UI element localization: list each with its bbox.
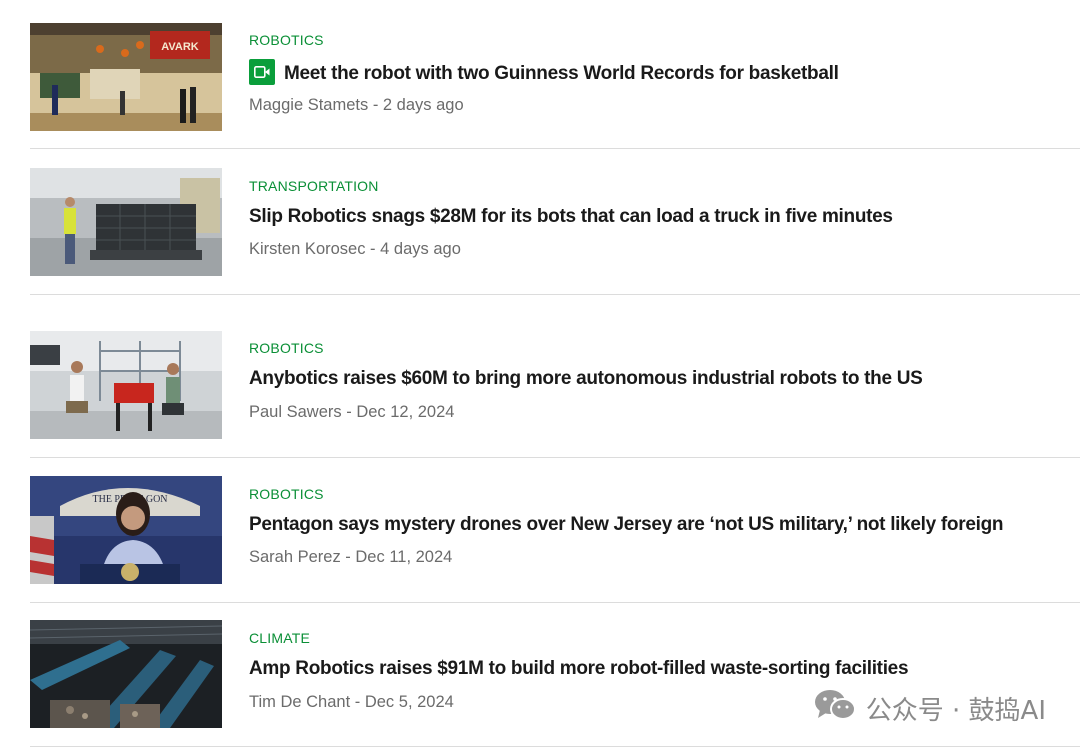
article-divider bbox=[30, 294, 1080, 295]
article-date: 4 days ago bbox=[380, 240, 461, 258]
warehouse-robot-photo bbox=[30, 168, 222, 276]
article-title[interactable]: Anybotics raises $60M to bring more auto… bbox=[249, 368, 923, 390]
pentagon-briefing-photo: THE PENTAGON bbox=[30, 476, 222, 584]
article-title[interactable]: Meet the robot with two Guinness World R… bbox=[249, 59, 839, 85]
article-date: Dec 12, 2024 bbox=[356, 403, 455, 421]
article-author[interactable]: Sarah Perez bbox=[249, 548, 341, 566]
article-divider bbox=[30, 457, 1080, 458]
article-thumbnail[interactable] bbox=[30, 620, 222, 728]
article-thumbnail[interactable] bbox=[30, 331, 222, 439]
article-author[interactable]: Tim De Chant bbox=[249, 693, 350, 711]
article-category[interactable]: ROBOTICS bbox=[249, 486, 324, 502]
article-author[interactable]: Maggie Stamets bbox=[249, 96, 368, 114]
article-title-text[interactable]: Slip Robotics snags $28M for its bots th… bbox=[249, 206, 893, 227]
article-byline: Kirsten Korosec - 4 days ago bbox=[249, 240, 461, 259]
article-category[interactable]: TRANSPORTATION bbox=[249, 178, 379, 194]
byline-separator: - bbox=[368, 96, 383, 114]
basketball-gym-photo: AVARK bbox=[30, 23, 222, 131]
byline-separator: - bbox=[341, 403, 357, 421]
article-title-text[interactable]: Meet the robot with two Guinness World R… bbox=[284, 63, 839, 84]
article-byline: Sarah Perez - Dec 11, 2024 bbox=[249, 548, 452, 567]
article-thumbnail[interactable] bbox=[30, 168, 222, 276]
article-title[interactable]: Slip Robotics snags $28M for its bots th… bbox=[249, 206, 893, 228]
video-badge bbox=[249, 59, 275, 85]
article-title[interactable]: Pentagon says mystery drones over New Je… bbox=[249, 514, 1004, 536]
watermark: 公众号 · 鼓捣AI bbox=[814, 688, 1046, 729]
article-date: 2 days ago bbox=[382, 96, 464, 114]
quadruped-robot-photo bbox=[30, 331, 222, 439]
article-thumbnail[interactable]: AVARK bbox=[30, 23, 222, 131]
article-title-text[interactable]: Anybotics raises $60M to bring more auto… bbox=[249, 368, 923, 389]
watermark-text: 公众号 · 鼓捣AI bbox=[865, 696, 1046, 726]
article-title[interactable]: Amp Robotics raises $91M to build more r… bbox=[249, 658, 909, 680]
article-byline: Paul Sawers - Dec 12, 2024 bbox=[249, 403, 454, 422]
gym-sign-text: AVARK bbox=[161, 41, 199, 53]
article-divider bbox=[30, 746, 1080, 747]
article-category[interactable]: CLIMATE bbox=[249, 630, 310, 646]
article-date: Dec 11, 2024 bbox=[355, 548, 453, 566]
waste-sorting-facility-photo bbox=[30, 620, 222, 728]
article-byline: Tim De Chant - Dec 5, 2024 bbox=[249, 693, 454, 712]
video-camera-icon bbox=[254, 66, 270, 78]
article-category[interactable]: ROBOTICS bbox=[249, 340, 324, 356]
article-divider bbox=[30, 602, 1080, 603]
article-date: Dec 5, 2024 bbox=[364, 693, 454, 711]
byline-separator: - bbox=[340, 548, 356, 566]
article-title-text[interactable]: Amp Robotics raises $91M to build more r… bbox=[249, 658, 909, 679]
article-author[interactable]: Kirsten Korosec bbox=[249, 240, 365, 258]
article-category[interactable]: ROBOTICS bbox=[249, 32, 324, 48]
article-author[interactable]: Paul Sawers bbox=[249, 403, 342, 421]
article-title-text[interactable]: Pentagon says mystery drones over New Je… bbox=[249, 514, 1004, 535]
byline-separator: - bbox=[365, 240, 381, 258]
byline-separator: - bbox=[350, 693, 365, 711]
article-thumbnail[interactable]: THE PENTAGON bbox=[30, 476, 222, 584]
article-byline: Maggie Stamets - 2 days ago bbox=[249, 96, 464, 115]
article-divider bbox=[30, 148, 1080, 149]
wechat-icon bbox=[814, 688, 856, 729]
